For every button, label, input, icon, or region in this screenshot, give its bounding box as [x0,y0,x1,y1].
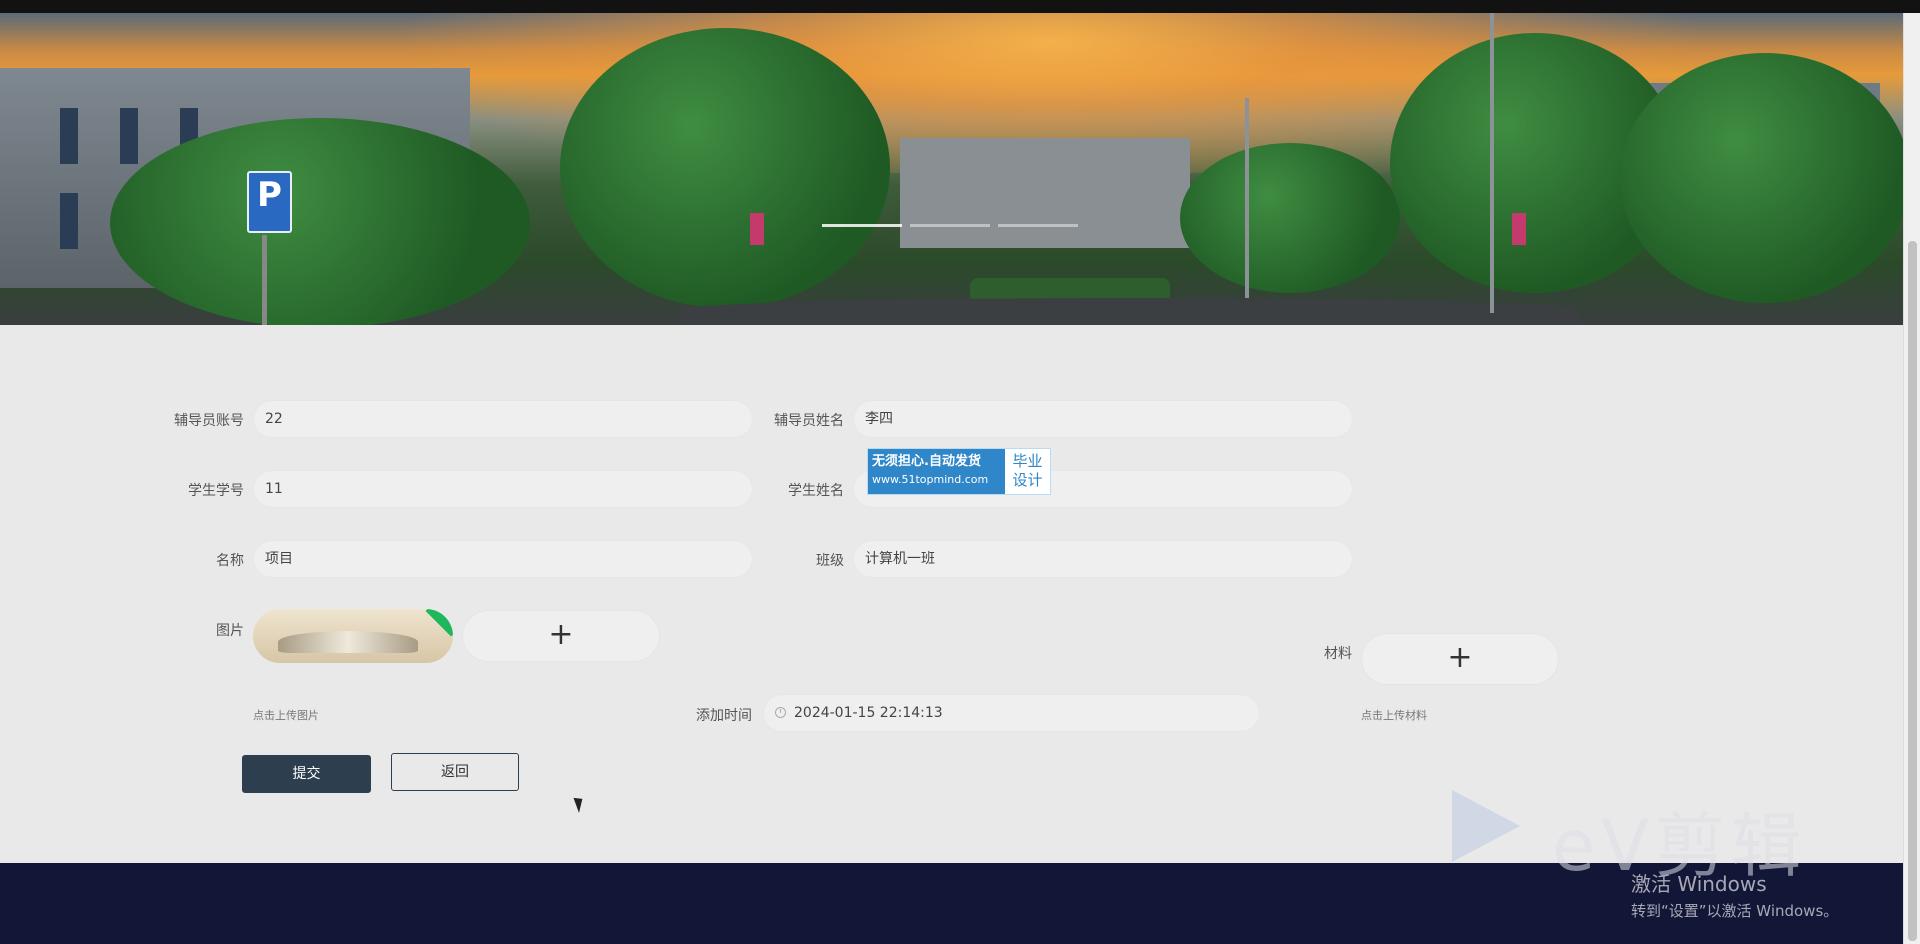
material-upload-hint: 点击上传材料 [1361,709,1427,722]
ad-tag: 毕业 设计 [1004,449,1050,494]
banner-building-center [900,138,1190,248]
banner-flag [1512,213,1526,245]
carousel-indicator[interactable] [822,224,902,227]
material-upload-button[interactable]: + [1361,633,1559,685]
hero-banner: P [0,13,1903,325]
image-upload-button[interactable]: + [462,610,660,662]
uploaded-image-thumbnail[interactable] [253,609,453,663]
parking-sign-pole [262,235,267,325]
counselor-account-input[interactable]: 22 [253,400,753,438]
add-time-label: 添加时间 [696,708,752,724]
add-time-value: 2024-01-15 22:14:13 [794,705,943,721]
image-label: 图片 [216,623,244,639]
scrollbar-thumb[interactable] [1908,241,1917,941]
banner-window [60,193,78,249]
ad-tag-line1: 毕业 [1012,452,1043,470]
windows-activation-subtitle: 转到“设置”以激活 Windows。 [1631,902,1839,920]
ad-overlay[interactable]: 无须担心.自动发货 www.51topmind.com 毕业 设计 [867,448,1051,495]
mouse-cursor-icon [573,795,587,813]
banner-flag [750,213,764,245]
banner-lamp-pole [1490,13,1494,313]
back-button[interactable]: 返回 [391,753,519,791]
counselor-name-label: 辅导员姓名 [774,413,844,429]
counselor-name-input[interactable]: 李四 [853,400,1353,438]
banner-window [60,108,78,164]
student-id-input[interactable]: 11 [253,470,753,508]
banner-road [680,298,1580,325]
banner-tree [110,118,530,325]
banner-window [120,108,138,164]
student-id-label: 学生学号 [188,483,244,499]
ad-line1: 无须担心.自动发货 [872,454,981,469]
banner-tree [560,28,890,308]
student-name-label: 学生姓名 [788,483,844,499]
add-time-input[interactable]: 2024-01-15 22:14:13 [763,694,1260,732]
ad-url: www.51topmind.com [872,473,989,486]
browser-top-bar [0,0,1920,13]
banner-tree [1620,53,1903,303]
ad-overlay-text: 无须担心.自动发货 www.51topmind.com [868,449,1004,494]
ev-watermark-logo-icon [1452,790,1532,866]
clock-icon [775,707,786,718]
material-label: 材料 [1324,646,1352,662]
ad-tag-line2: 设计 [1012,471,1043,489]
vertical-scrollbar[interactable] [1903,13,1920,944]
class-input[interactable]: 计算机一班 [853,540,1353,578]
banner-tree [1180,143,1400,293]
carousel-indicators[interactable] [822,224,1078,227]
image-upload-hint: 点击上传图片 [253,709,319,722]
class-label: 班级 [816,553,844,569]
project-name-label: 名称 [216,553,244,569]
windows-activation-title: 激活 Windows [1631,872,1767,896]
upload-success-badge [425,609,453,637]
parking-sign-icon: P [247,171,292,233]
banner-lamp-pole [1245,98,1249,298]
carousel-indicator[interactable] [910,224,990,227]
project-name-input[interactable]: 项目 [253,540,753,578]
submit-button[interactable]: 提交 [242,755,371,793]
windows-activation-notice: 激活 Windows 转到“设置”以激活 Windows。 [1631,868,1838,921]
carousel-indicator[interactable] [998,224,1078,227]
book-image [278,631,418,653]
counselor-account-label: 辅导员账号 [174,413,244,429]
